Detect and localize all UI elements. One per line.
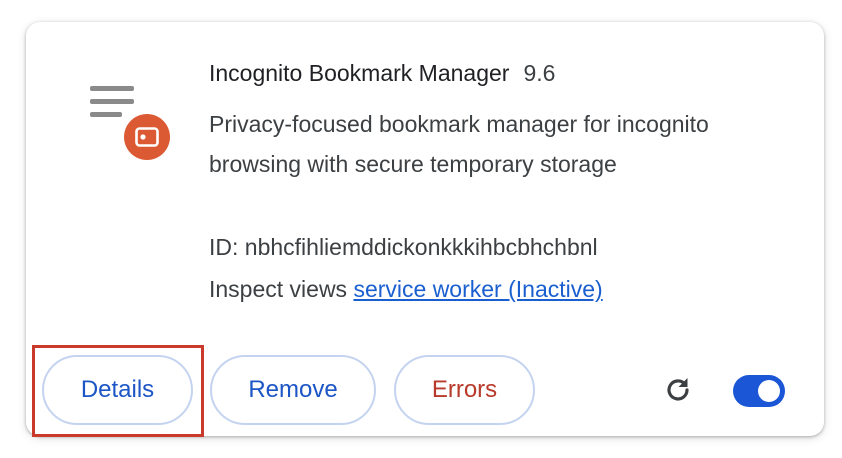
menu-line [90, 99, 134, 104]
extension-title-row: Incognito Bookmark Manager 9.6 [209, 60, 555, 87]
extension-version: 9.6 [523, 60, 556, 86]
menu-line [90, 112, 122, 117]
extension-name: Incognito Bookmark Manager [209, 60, 510, 86]
remove-button[interactable]: Remove [210, 355, 376, 425]
extension-description: Privacy-focused bookmark manager for inc… [209, 111, 709, 177]
toggle-knob [758, 380, 780, 402]
reload-icon[interactable] [660, 372, 696, 408]
extension-icon [90, 82, 174, 162]
service-worker-link[interactable]: service worker (Inactive) [353, 276, 602, 302]
inspect-views-row: Inspect views service worker (Inactive) [209, 276, 603, 303]
storage-badge-icon [124, 114, 170, 160]
inspect-views-label: Inspect views [209, 276, 348, 302]
extension-id: ID: nbhcfihliemddickonkkkihbcbhchbnl [209, 234, 598, 260]
menu-line [90, 86, 134, 91]
details-button[interactable]: Details [42, 355, 193, 425]
enable-toggle[interactable] [733, 375, 785, 407]
errors-button[interactable]: Errors [394, 355, 535, 425]
